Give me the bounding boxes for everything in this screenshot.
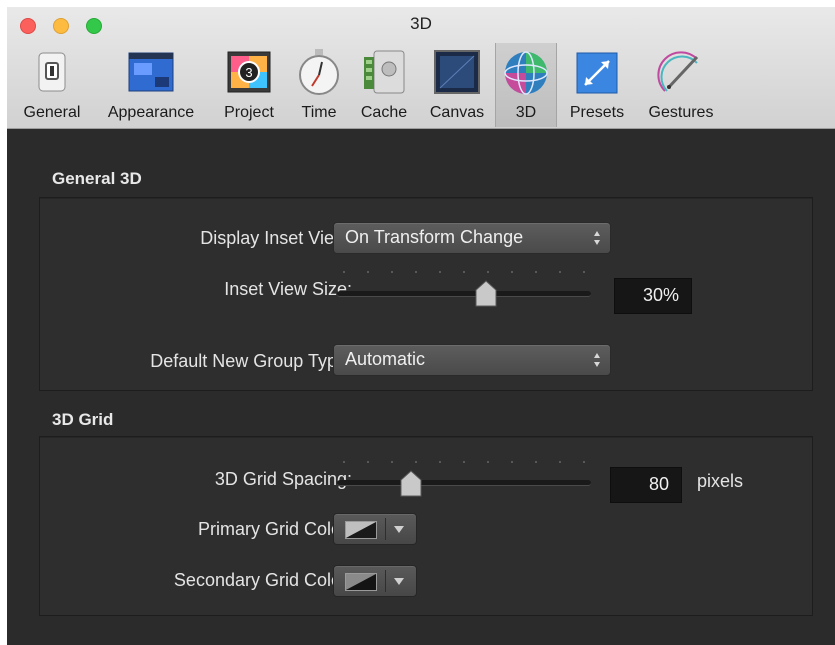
- clapper-icon: 3: [227, 51, 271, 93]
- toolbar-item-general[interactable]: General: [16, 43, 88, 127]
- toolbar-item-time[interactable]: Time: [293, 43, 345, 127]
- inset-slider-ticks: [343, 271, 585, 273]
- inset-view-size-thumb[interactable]: [475, 280, 497, 308]
- grid-spacing-slider[interactable]: [337, 480, 591, 486]
- switch-icon: [38, 52, 66, 92]
- color-well-divider: [385, 518, 386, 540]
- general-3d-group: Display Inset View: On Transform Change …: [39, 197, 813, 391]
- grid-spacing-field[interactable]: 80: [610, 467, 682, 503]
- toolbar-label-presets: Presets: [569, 104, 625, 121]
- secondary-grid-color-label: Secondary Grid Color:: [173, 570, 352, 590]
- grid-spacing-slider-ticks: [343, 461, 585, 463]
- primary-color-swatch: [345, 521, 377, 539]
- toolbar-item-gestures[interactable]: Gestures: [639, 43, 723, 127]
- dropdown-arrow-icon: [394, 578, 404, 585]
- toolbar-label-project: Project: [224, 104, 274, 121]
- toolbar-label-cache: Cache: [360, 104, 408, 121]
- pen-icon: [657, 51, 699, 92]
- toolbar-label-3d: 3D: [515, 104, 537, 121]
- default-group-type-popup[interactable]: Automatic: [333, 344, 611, 376]
- section-heading-general-3d: General 3D: [52, 169, 142, 188]
- primary-grid-color-label: Primary Grid Color:: [197, 519, 352, 539]
- stopwatch-icon: [299, 49, 339, 95]
- secondary-grid-color-well[interactable]: [333, 565, 417, 597]
- default-group-type-label: Default New Group Type:: [150, 351, 352, 371]
- toolbar-item-appearance[interactable]: Appearance: [96, 43, 206, 127]
- toolbar-item-project[interactable]: 3 Project: [214, 43, 284, 127]
- display-inset-view-value: On Transform Change: [345, 227, 524, 247]
- default-group-type-value: Automatic: [345, 349, 426, 369]
- grid-spacing-value: 80: [648, 474, 669, 494]
- canvas-icon: [434, 50, 480, 94]
- preferences-window: 3D General Appearance 3 Project Time Cac…: [7, 7, 835, 645]
- toolbar-label-appearance: Appearance: [107, 104, 195, 121]
- storage-icon: [364, 50, 405, 94]
- 3d-grid-group: 3D Grid Spacing: 80 pixels Primary Grid …: [39, 436, 813, 616]
- section-heading-3d-grid: 3D Grid: [52, 410, 114, 429]
- toolbar-label-gestures: Gestures: [648, 104, 714, 121]
- inset-view-size-value: 30%: [642, 285, 679, 305]
- secondary-color-swatch: [345, 573, 377, 591]
- toolbar-item-presets[interactable]: Presets: [562, 43, 632, 127]
- grid-spacing-unit: pixels: [697, 471, 744, 491]
- up-down-arrows-icon: [594, 231, 600, 245]
- presets-icon: [576, 52, 618, 94]
- sphere-icon: [504, 51, 548, 95]
- inset-view-size-slider[interactable]: [337, 291, 591, 297]
- display-inset-view-label: Display Inset View:: [200, 228, 352, 248]
- inset-view-size-label: Inset View Size:: [224, 279, 352, 299]
- grid-spacing-label: 3D Grid Spacing:: [214, 469, 352, 489]
- toolbar-label-time: Time: [301, 104, 337, 121]
- up-down-arrows-icon: [594, 353, 600, 367]
- display-inset-view-popup[interactable]: On Transform Change: [333, 222, 611, 254]
- toolbar-label-canvas: Canvas: [429, 104, 485, 121]
- window-title: 3D: [410, 14, 432, 33]
- toolbar-item-cache[interactable]: Cache: [353, 43, 415, 127]
- dropdown-arrow-icon: [394, 526, 404, 533]
- title-bar: 3D General Appearance 3 Project Time Cac…: [7, 7, 835, 129]
- toolbar-item-3d[interactable]: 3D: [495, 43, 557, 127]
- primary-grid-color-well[interactable]: [333, 513, 417, 545]
- toolbar-label-general: General: [23, 104, 81, 121]
- color-well-divider: [385, 570, 386, 592]
- grid-spacing-thumb[interactable]: [400, 470, 422, 498]
- inset-view-size-field[interactable]: 30%: [614, 278, 692, 314]
- svg-text:3: 3: [245, 65, 252, 80]
- window-layout-icon: [128, 52, 174, 92]
- toolbar-item-canvas[interactable]: Canvas: [423, 43, 491, 127]
